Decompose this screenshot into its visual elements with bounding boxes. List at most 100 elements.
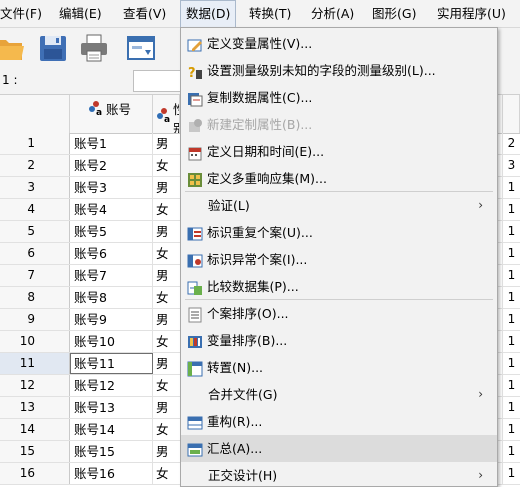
row-number[interactable]: 6 (0, 243, 70, 264)
open-folder-icon[interactable] (0, 32, 26, 64)
cell-hidden-column[interactable]: 1 (502, 397, 520, 418)
menu-item-2[interactable]: 复制数据属性(C)... (181, 84, 497, 111)
row-number[interactable]: 16 (0, 463, 70, 484)
menu-item-6[interactable]: 验证(L) › (181, 192, 497, 219)
cell-gender[interactable]: 女 (153, 199, 180, 220)
menu-item-1[interactable]: ? 设置测量级别未知的字段的测量级别(L)... (181, 57, 497, 84)
cell-account[interactable]: 账号16 (70, 463, 153, 484)
restructure-icon (187, 413, 203, 430)
cell-account[interactable]: 账号6 (70, 243, 153, 264)
cell-hidden-column[interactable]: 1 (502, 375, 520, 396)
cell-gender[interactable]: 男 (153, 221, 180, 242)
row-number[interactable]: 8 (0, 287, 70, 308)
cell-gender[interactable]: 男 (153, 309, 180, 330)
menu-utilities[interactable]: 实用程序(U) (432, 0, 511, 27)
cell-account[interactable]: 账号11 (70, 353, 153, 374)
cell-gender[interactable]: 男 (153, 353, 180, 374)
menu-item-11[interactable]: 变量排序(B)... (181, 327, 497, 354)
cell-hidden-column[interactable]: 3 (502, 155, 520, 176)
row-number[interactable]: 14 (0, 419, 70, 440)
cell-account[interactable]: 账号14 (70, 419, 153, 440)
menu-file[interactable]: 文件(F) (0, 0, 47, 27)
menu-item-15[interactable]: 汇总(A)... (181, 435, 497, 462)
cell-account[interactable]: 账号2 (70, 155, 153, 176)
cell-account[interactable]: 账号3 (70, 177, 153, 198)
column-header-hidden[interactable] (502, 95, 520, 133)
cell-gender[interactable]: 男 (153, 441, 180, 462)
cell-gender[interactable]: 男 (153, 397, 180, 418)
submenu-arrow-icon: › (478, 198, 483, 212)
row-number[interactable]: 13 (0, 397, 70, 418)
cell-account[interactable]: 账号12 (70, 375, 153, 396)
cell-account[interactable]: 账号10 (70, 331, 153, 352)
cell-hidden-column[interactable]: 1 (502, 221, 520, 242)
cell-hidden-column[interactable]: 1 (502, 243, 520, 264)
menu-item-0[interactable]: 定义变量属性(V)... (181, 30, 497, 57)
row-number[interactable]: 9 (0, 309, 70, 330)
menu-item-5[interactable]: 定义多重响应集(M)... (181, 165, 497, 192)
save-icon[interactable] (37, 32, 69, 64)
menu-item-14[interactable]: 重构(R)... (181, 408, 497, 435)
menu-item-7[interactable]: 标识重复个案(U)... (181, 219, 497, 246)
cell-gender[interactable]: 女 (153, 155, 180, 176)
column-header-account[interactable]: a 账号 (70, 95, 153, 133)
row-number[interactable]: 3 (0, 177, 70, 198)
column-header-gender[interactable]: a 性别 (153, 95, 180, 133)
cell-gender[interactable]: 男 (153, 133, 180, 154)
cell-hidden-column[interactable]: 1 (502, 353, 520, 374)
cell-gender[interactable]: 男 (153, 265, 180, 286)
cell-hidden-column[interactable]: 1 (502, 265, 520, 286)
cell-gender[interactable]: 女 (153, 463, 180, 484)
menu-graphs[interactable]: 图形(G) (367, 0, 421, 27)
dialog-recall-icon[interactable] (125, 32, 157, 64)
cell-account[interactable]: 账号8 (70, 287, 153, 308)
row-number[interactable]: 11 (0, 353, 70, 374)
menu-analyze[interactable]: 分析(A) (306, 0, 359, 27)
menu-data[interactable]: 数据(D) (180, 0, 236, 27)
menu-item-12[interactable]: 转置(N)... (181, 354, 497, 381)
cell-hidden-column[interactable]: 1 (502, 177, 520, 198)
cell-hidden-column[interactable]: 1 (502, 287, 520, 308)
cell-gender[interactable]: 女 (153, 287, 180, 308)
row-number[interactable]: 15 (0, 441, 70, 462)
cell-account[interactable]: 账号5 (70, 221, 153, 242)
row-number[interactable]: 1 (0, 133, 70, 154)
cell-account[interactable]: 账号7 (70, 265, 153, 286)
cell-hidden-column[interactable]: 1 (502, 199, 520, 220)
cell-hidden-column[interactable]: 1 (502, 419, 520, 440)
cell-account[interactable]: 账号9 (70, 309, 153, 330)
row-number[interactable]: 2 (0, 155, 70, 176)
cell-gender[interactable]: 女 (153, 243, 180, 264)
cell-hidden-column[interactable]: 2 (502, 133, 520, 154)
print-icon[interactable] (78, 32, 110, 64)
cell-hidden-column[interactable]: 1 (502, 463, 520, 484)
cell-gender[interactable]: 女 (153, 419, 180, 440)
cell-hidden-column[interactable]: 1 (502, 331, 520, 352)
cell-hidden-column[interactable]: 1 (502, 441, 520, 462)
cell-hidden-column[interactable]: 1 (502, 309, 520, 330)
cell-gender[interactable]: 女 (153, 331, 180, 352)
row-number[interactable]: 5 (0, 221, 70, 242)
row-number[interactable]: 10 (0, 331, 70, 352)
menu-item-8[interactable]: 标识异常个案(I)... (181, 246, 497, 273)
menu-view[interactable]: 查看(V) (118, 0, 171, 27)
menu-item-9[interactable]: 比较数据集(P)... (181, 273, 497, 300)
cell-account[interactable]: 账号13 (70, 397, 153, 418)
menu-edit[interactable]: 编辑(E) (54, 0, 107, 27)
cell-account[interactable]: 账号4 (70, 199, 153, 220)
menu-item-4[interactable]: 定义日期和时间(E)... (181, 138, 497, 165)
menu-item-10[interactable]: 个案排序(O)... (181, 300, 497, 327)
cell-gender[interactable]: 女 (153, 375, 180, 396)
menu-transform[interactable]: 转换(T) (244, 0, 296, 27)
cell-account[interactable]: 账号15 (70, 441, 153, 462)
menu-bar: 文件(F) 编辑(E) 查看(V) 数据(D) 转换(T) 分析(A) 图形(G… (0, 0, 520, 28)
row-number[interactable]: 4 (0, 199, 70, 220)
cell-account[interactable]: 账号1 (70, 133, 153, 154)
cell-gender[interactable]: 男 (153, 177, 180, 198)
cell-reference: 1 : (2, 73, 18, 87)
menu-item-16[interactable]: 正交设计(H) › (181, 462, 497, 487)
menu-item-13[interactable]: 合并文件(G) › (181, 381, 497, 408)
row-number[interactable]: 7 (0, 265, 70, 286)
submenu-arrow-icon: › (478, 468, 483, 482)
row-number[interactable]: 12 (0, 375, 70, 396)
